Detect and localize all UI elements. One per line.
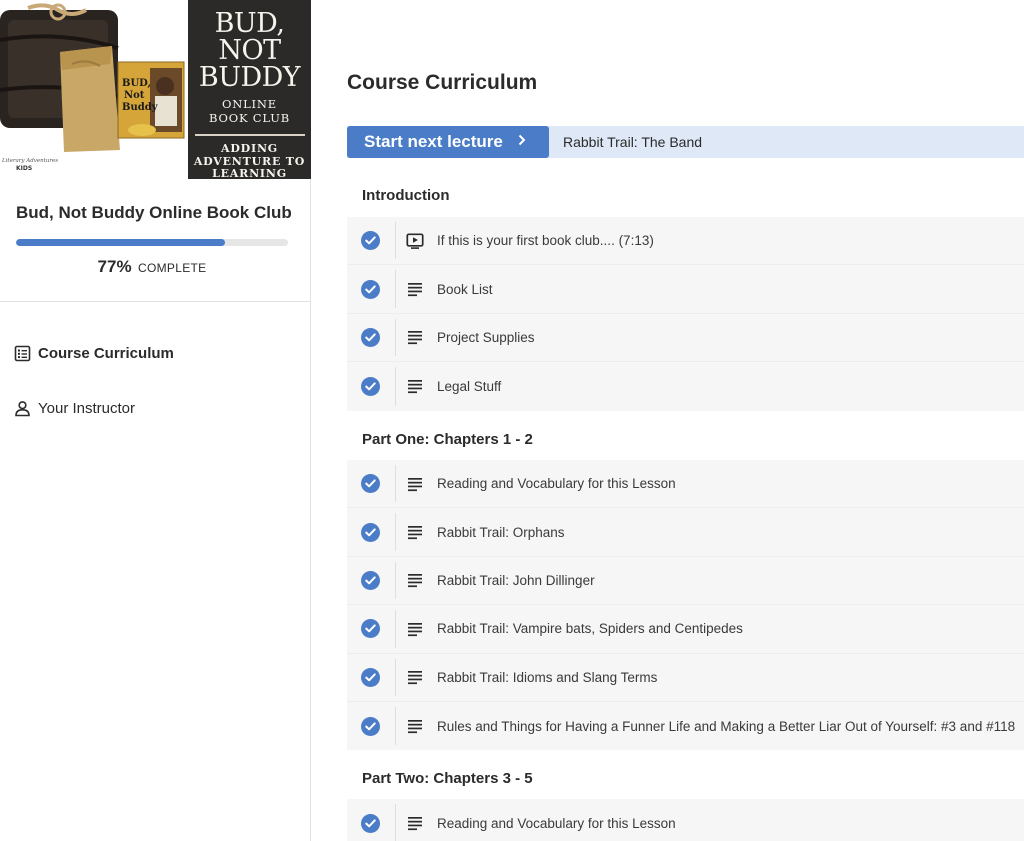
cover-photo: BUD, Not Buddy Literary Adventures KIDS bbox=[0, 0, 188, 179]
text-lines-icon bbox=[406, 377, 424, 395]
course-cover-image: BUD, Not Buddy Literary Adventures KIDS … bbox=[0, 0, 311, 179]
next-lecture-bar: Start next lecture Rabbit Trail: The Ban… bbox=[347, 126, 1024, 158]
book-title-text: BUD, bbox=[122, 78, 151, 89]
lecture-title: Rules and Things for Having a Funner Lif… bbox=[437, 718, 1016, 734]
lecture-title: Reading and Vocabulary for this Lesson bbox=[437, 476, 676, 492]
lecture-row[interactable]: Book List bbox=[347, 265, 1024, 314]
row-divider bbox=[395, 270, 396, 308]
text-lines-icon bbox=[406, 571, 424, 589]
text-lines-icon bbox=[406, 717, 424, 735]
cover-subtitle-line: BOOK CLUB bbox=[209, 111, 290, 125]
lecture-title: Rabbit Trail: Vampire bats, Spiders and … bbox=[437, 621, 743, 637]
list-icon bbox=[14, 345, 31, 361]
completed-check-icon bbox=[361, 619, 380, 639]
lecture-row[interactable]: Rabbit Trail: Orphans bbox=[347, 508, 1024, 557]
brand-text: KIDS bbox=[16, 165, 32, 172]
progress-bar bbox=[16, 239, 288, 246]
nav-your-instructor[interactable]: Your Instructor bbox=[14, 395, 135, 421]
text-lines-icon bbox=[406, 328, 424, 346]
completed-check-icon bbox=[361, 231, 380, 251]
lecture-row[interactable]: Reading and Vocabulary for this Lesson bbox=[347, 799, 1024, 841]
nav-label: Your Instructor bbox=[38, 399, 135, 417]
text-lines-icon bbox=[406, 620, 424, 638]
section-title: Part Two: Chapters 3 - 5 bbox=[362, 770, 533, 787]
lecture-title: If this is your first book club.... (7:1… bbox=[437, 233, 654, 249]
lecture-row[interactable]: Legal Stuff bbox=[347, 362, 1024, 410]
page-title: Course Curriculum bbox=[347, 71, 538, 94]
cover-title-panel: BUD, NOT BUDDY ONLINE BOOK CLUB ADDING A… bbox=[188, 0, 311, 179]
row-divider bbox=[395, 222, 396, 260]
cover-title-line: BUD, NOT bbox=[214, 8, 285, 66]
completed-check-icon bbox=[361, 716, 380, 736]
section-title: Introduction bbox=[362, 187, 450, 204]
row-divider bbox=[395, 367, 396, 406]
user-icon bbox=[15, 400, 30, 416]
completed-check-icon bbox=[361, 522, 380, 542]
start-next-lecture-label: Start next lecture bbox=[364, 132, 503, 151]
book-title-text: Not bbox=[124, 90, 145, 101]
cover-title-line: BUDDY bbox=[198, 62, 301, 93]
lecture-row[interactable]: Rabbit Trail: Idioms and Slang Terms bbox=[347, 654, 1024, 702]
sidebar: BUD, Not Buddy Literary Adventures KIDS … bbox=[0, 0, 311, 841]
cover-divider bbox=[194, 134, 305, 136]
cover-subtitle-line: ONLINE bbox=[222, 97, 277, 111]
section-lecture-list: Reading and Vocabulary for this Lesson bbox=[347, 799, 1024, 841]
course-title: Bud, Not Buddy Online Book Club bbox=[16, 203, 292, 222]
cover-tagline-line: ADDING bbox=[220, 142, 278, 155]
row-divider bbox=[395, 513, 396, 551]
completed-check-icon bbox=[361, 376, 380, 396]
video-icon bbox=[406, 232, 424, 250]
chevron-right-icon bbox=[517, 133, 527, 151]
lecture-row[interactable]: Rabbit Trail: Vampire bats, Spiders and … bbox=[347, 605, 1024, 654]
text-lines-icon bbox=[406, 280, 424, 298]
lecture-row[interactable]: Reading and Vocabulary for this Lesson bbox=[347, 460, 1024, 509]
text-lines-icon bbox=[406, 814, 424, 832]
nav-label: Course Curriculum bbox=[38, 344, 174, 362]
completed-check-icon bbox=[361, 667, 380, 687]
start-next-lecture-button[interactable]: Start next lecture bbox=[347, 126, 549, 158]
lecture-row[interactable]: Rules and Things for Having a Funner Lif… bbox=[347, 702, 1024, 750]
section-lecture-list: Reading and Vocabulary for this Lesson Ra… bbox=[347, 460, 1024, 751]
progress-label: 77% COMPLETE bbox=[16, 257, 288, 277]
completed-check-icon bbox=[361, 279, 380, 299]
progress-bar-fill bbox=[16, 239, 226, 246]
lecture-title: Legal Stuff bbox=[437, 378, 502, 394]
text-lines-icon bbox=[406, 475, 424, 493]
lecture-title: Book List bbox=[437, 281, 493, 297]
book-title-text: Buddy bbox=[122, 102, 159, 113]
completed-check-icon bbox=[361, 813, 380, 833]
cover-tagline-line: LEARNING bbox=[212, 167, 287, 179]
completed-check-icon bbox=[361, 327, 380, 347]
row-divider bbox=[395, 610, 396, 648]
text-lines-icon bbox=[406, 668, 424, 686]
sidebar-divider bbox=[0, 301, 311, 302]
lecture-title: Project Supplies bbox=[437, 329, 535, 345]
lecture-title: Rabbit Trail: Idioms and Slang Terms bbox=[437, 669, 658, 685]
progress-complete-label: COMPLETE bbox=[138, 261, 207, 275]
row-divider bbox=[395, 318, 396, 357]
lecture-row[interactable]: If this is your first book club.... (7:1… bbox=[347, 217, 1024, 266]
text-lines-icon bbox=[406, 523, 424, 541]
row-divider bbox=[395, 465, 396, 503]
lecture-row[interactable]: Rabbit Trail: John Dillinger bbox=[347, 557, 1024, 606]
main-content: Course Curriculum Start next lecture Rab… bbox=[311, 0, 1024, 841]
next-lecture-name[interactable]: Rabbit Trail: The Band bbox=[563, 134, 702, 150]
lecture-title: Rabbit Trail: John Dillinger bbox=[437, 572, 595, 588]
row-divider bbox=[395, 706, 396, 746]
section-lecture-list: If this is your first book club.... (7:1… bbox=[347, 217, 1024, 411]
lecture-title: Reading and Vocabulary for this Lesson bbox=[437, 815, 676, 831]
brand-text: Literary Adventures bbox=[1, 158, 58, 164]
section-title: Part One: Chapters 1 - 2 bbox=[362, 431, 533, 448]
row-divider bbox=[395, 658, 396, 696]
lecture-title: Rabbit Trail: Orphans bbox=[437, 524, 565, 540]
row-divider bbox=[395, 804, 396, 841]
lecture-row[interactable]: Project Supplies bbox=[347, 314, 1024, 363]
nav-course-curriculum[interactable]: Course Curriculum bbox=[14, 340, 174, 366]
completed-check-icon bbox=[361, 474, 380, 494]
progress-percent: 77% bbox=[97, 257, 132, 276]
row-divider bbox=[395, 561, 396, 600]
completed-check-icon bbox=[361, 570, 380, 590]
